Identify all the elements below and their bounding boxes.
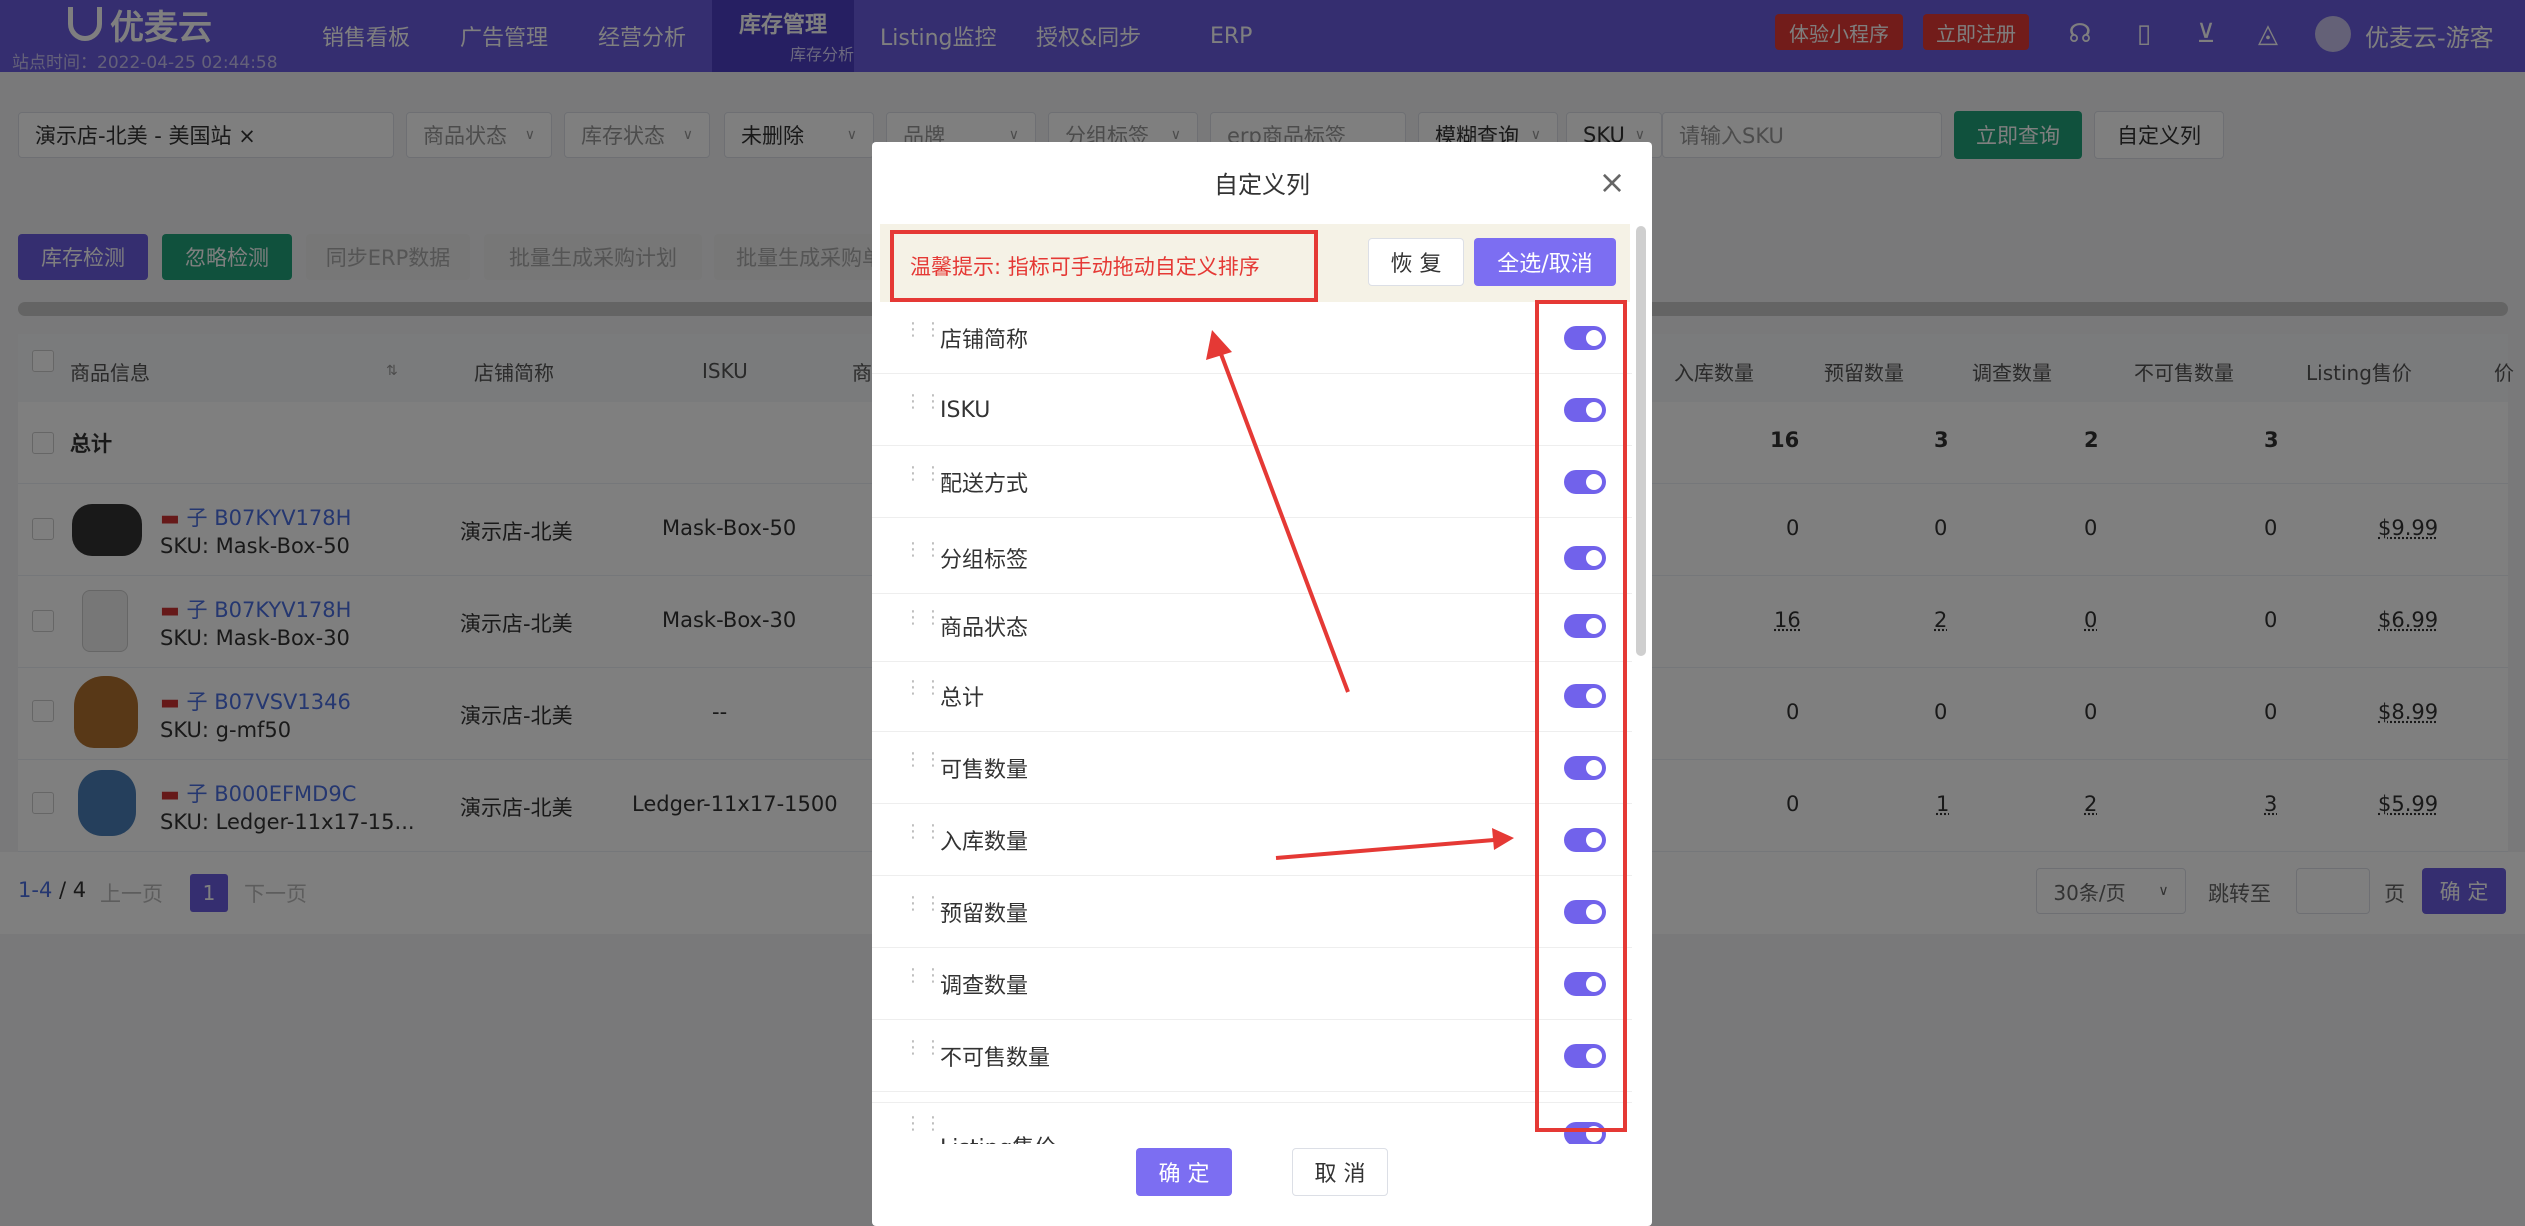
list-item[interactable]: ⋮⋮ 店铺简称 [872, 302, 1632, 374]
modal-cancel-button[interactable]: 取 消 [1292, 1148, 1388, 1196]
drag-handle-icon[interactable]: ⋮⋮ [904, 967, 942, 996]
drag-handle-icon[interactable]: ⋮⋮ [904, 321, 942, 350]
column-label: 店铺简称 [940, 328, 1029, 353]
toggle-highlight-box [1535, 300, 1627, 1132]
column-label: 配送方式 [940, 472, 1029, 497]
list-item[interactable]: ⋮⋮Listing售价 [872, 1096, 1632, 1144]
column-label: 可售数量 [940, 758, 1029, 783]
tip-text: 温馨提示: 指标可手动拖动自定义排序 [890, 230, 1318, 302]
drag-handle-icon[interactable]: ⋮⋮ [904, 393, 942, 422]
list-item[interactable]: ⋮⋮ 分组标签 [872, 522, 1632, 594]
column-label: 调查数量 [940, 974, 1029, 999]
list-item[interactable]: ⋮⋮ ISKU [872, 374, 1632, 446]
list-item[interactable]: ⋮⋮ 入库数量 [872, 804, 1632, 876]
column-label: 入库数量 [940, 830, 1029, 855]
drag-handle-icon[interactable]: ⋮⋮ [904, 679, 942, 708]
drag-handle-icon[interactable]: ⋮⋮ [904, 541, 942, 570]
column-label: 分组标签 [940, 548, 1029, 573]
modal-ok-button[interactable]: 确 定 [1136, 1148, 1232, 1196]
column-label: 预留数量 [940, 902, 1029, 927]
select-all-button[interactable]: 全选/取消 [1474, 238, 1616, 286]
column-label: 总计 [940, 686, 985, 711]
column-label: 不可售数量 [940, 1046, 1051, 1071]
drag-handle-icon[interactable]: ⋮⋮ [904, 465, 942, 494]
modal-title: 自定义列 [1214, 170, 1310, 199]
column-label: Listing售价 [940, 1110, 1056, 1144]
list-item[interactable]: ⋮⋮ 总计 [872, 660, 1632, 732]
tip-bar: 温馨提示: 指标可手动拖动自定义排序 恢 复 全选/取消 [880, 224, 1630, 302]
list-item[interactable]: ⋮⋮ 配送方式 [872, 446, 1632, 518]
drag-handle-icon[interactable]: ⋮⋮ [904, 1039, 942, 1068]
drag-handle-icon[interactable]: ⋮⋮ [904, 895, 942, 924]
drag-handle-icon[interactable]: ⋮⋮ [904, 751, 942, 780]
drag-handle-icon[interactable]: ⋮⋮ [904, 609, 942, 638]
column-label: ISKU [940, 397, 991, 423]
restore-button[interactable]: 恢 复 [1368, 238, 1464, 286]
list-item[interactable]: ⋮⋮ 预留数量 [872, 876, 1632, 948]
list-item[interactable]: ⋮⋮ 调查数量 [872, 948, 1632, 1020]
list-item[interactable]: ⋮⋮ 不可售数量 [872, 1020, 1632, 1092]
list-item[interactable]: ⋮⋮ 商品状态 [872, 590, 1632, 662]
column-label: 商品状态 [940, 616, 1029, 641]
column-list: ⋮⋮ 店铺简称 ⋮⋮ ISKU ⋮⋮ 配送方式 ⋮⋮ 分组标签 ⋮⋮ 商品状态 ⋮⋮ 总计 … [872, 302, 1632, 1226]
modal-scrollbar[interactable] [1636, 226, 1646, 656]
drag-handle-icon[interactable]: ⋮⋮ [904, 1115, 942, 1144]
close-icon[interactable]: × [1592, 162, 1632, 202]
list-item[interactable]: ⋮⋮ 可售数量 [872, 732, 1632, 804]
drag-handle-icon[interactable]: ⋮⋮ [904, 823, 942, 852]
list-divider [872, 1102, 1632, 1103]
